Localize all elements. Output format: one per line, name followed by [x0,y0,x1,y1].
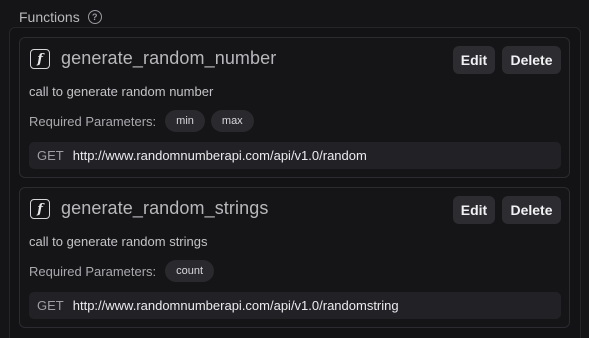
section-header: Functions ? [19,7,102,27]
edit-button[interactable]: Edit [453,196,495,224]
function-name: generate_random_strings [61,198,269,218]
function-card: f generate_random_number Edit Delete cal… [19,37,570,178]
question-circle-icon[interactable]: ? [87,10,102,24]
required-parameters: Required Parameters: count [29,259,220,283]
params-label: Required Parameters: [29,113,157,129]
http-method: GET [37,298,64,313]
param-pill: count [165,260,215,282]
params-label: Required Parameters: [29,263,157,279]
function-description: call to generate random number [29,84,214,99]
function-card: f generate_random_strings Edit Delete ca… [19,187,570,328]
function-description: call to generate random strings [29,234,208,249]
endpoint-box: GET http://www.randomnumberapi.com/api/v… [29,142,561,169]
function-icon: f [30,49,50,69]
function-name: generate_random_number [61,48,277,68]
endpoint-url: http://www.randomnumberapi.com/api/v1.0/… [72,298,399,313]
required-parameters: Required Parameters: min max [29,109,260,133]
param-pill: min [165,110,205,132]
function-icon: f [30,199,50,219]
endpoint-url: http://www.randomnumberapi.com/api/v1.0/… [72,148,367,163]
param-pill: max [210,110,254,132]
section-title: Functions [19,9,80,25]
delete-button[interactable]: Delete [502,196,561,224]
functions-panel: Functions ? f generate_random_number Edi… [0,0,589,338]
edit-button[interactable]: Edit [453,46,495,74]
http-method: GET [37,148,64,163]
delete-button[interactable]: Delete [502,46,561,74]
endpoint-box: GET http://www.randomnumberapi.com/api/v… [29,292,561,319]
